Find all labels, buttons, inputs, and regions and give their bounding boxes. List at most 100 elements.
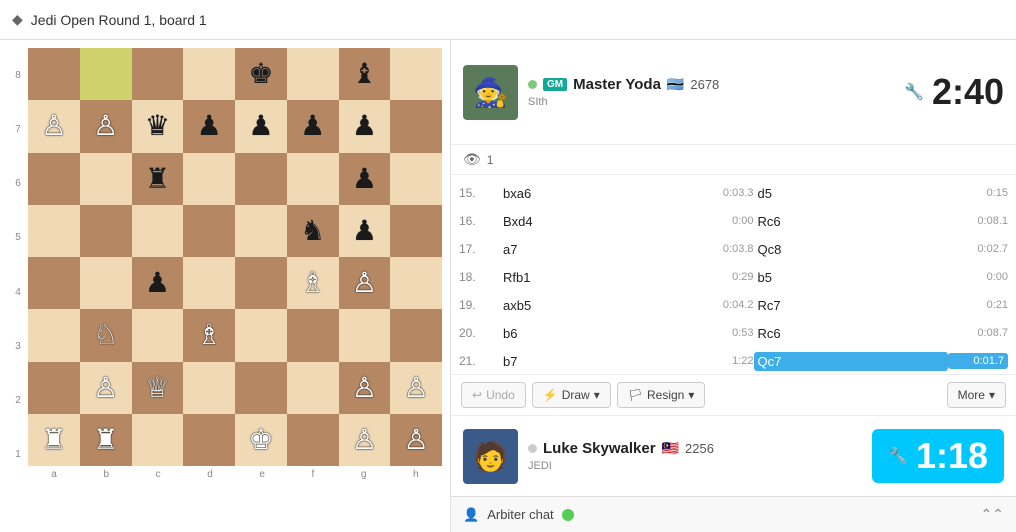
bottom-clock-icon: 🔧: [888, 446, 908, 466]
cell-a3[interactable]: [28, 309, 80, 361]
cell-e1[interactable]: ♚: [235, 414, 287, 466]
cell-h8[interactable]: [390, 48, 442, 100]
undo-button[interactable]: ↩ Undo: [461, 382, 526, 408]
move-white-21[interactable]: b7: [499, 352, 694, 371]
move-white-19[interactable]: axb5: [499, 296, 694, 315]
arbiter-bar[interactable]: 👤 Arbiter chat ⌃⌃: [451, 496, 1016, 532]
cell-h3[interactable]: [390, 309, 442, 361]
move-black-16[interactable]: Rc6: [754, 212, 949, 231]
eye-icon: 👁: [463, 151, 481, 168]
cell-d2[interactable]: [183, 362, 235, 414]
cell-d1[interactable]: [183, 414, 235, 466]
cell-b6[interactable]: [80, 153, 132, 205]
cell-f3[interactable]: [287, 309, 339, 361]
cell-g5[interactable]: ♟: [339, 205, 391, 257]
cell-g4[interactable]: ♙: [339, 257, 391, 309]
cell-h1[interactable]: ♙: [390, 414, 442, 466]
cell-d7[interactable]: ♟: [183, 100, 235, 152]
cell-f1[interactable]: [287, 414, 339, 466]
top-player-details: GM Master Yoda 🇧🇼 2678 SIth: [528, 76, 719, 108]
cell-a1[interactable]: ♜: [28, 414, 80, 466]
cell-d5[interactable]: [183, 205, 235, 257]
cell-b5[interactable]: [80, 205, 132, 257]
resign-button[interactable]: 🏳 Resign ▾: [617, 382, 706, 408]
cell-e8[interactable]: ♚: [235, 48, 287, 100]
cell-c5[interactable]: [132, 205, 184, 257]
cell-b4[interactable]: [80, 257, 132, 309]
cell-d8[interactable]: [183, 48, 235, 100]
cell-c2[interactable]: ♕: [132, 362, 184, 414]
cell-e3[interactable]: [235, 309, 287, 361]
cell-a8[interactable]: [28, 48, 80, 100]
move-black-15[interactable]: d5: [754, 184, 949, 203]
cell-f5[interactable]: ♞: [287, 205, 339, 257]
move-black-18[interactable]: b5: [754, 268, 949, 287]
cell-g3[interactable]: [339, 309, 391, 361]
top-player-online-dot: [528, 80, 537, 89]
cell-b8[interactable]: [80, 48, 132, 100]
move-black-21[interactable]: Qc7: [754, 352, 949, 371]
cell-f4[interactable]: ♗: [287, 257, 339, 309]
cell-c3[interactable]: [132, 309, 184, 361]
cell-g2[interactable]: ♙: [339, 362, 391, 414]
cell-g8[interactable]: ♝: [339, 48, 391, 100]
move-btime-20: 0:08.7: [948, 327, 1008, 339]
resign-icon: 🏳: [628, 388, 643, 402]
cell-f2[interactable]: [287, 362, 339, 414]
cell-e7[interactable]: ♟: [235, 100, 287, 152]
cell-b3[interactable]: ♘: [80, 309, 132, 361]
arbiter-chevron-up[interactable]: ⌃⌃: [981, 506, 1004, 523]
moves-section[interactable]: 15. bxa6 0:03.3 d5 0:15 16. Bxd4 0:00 Rc…: [451, 175, 1016, 374]
cell-h7[interactable]: [390, 100, 442, 152]
move-num-21: 21.: [459, 354, 499, 368]
cell-a2[interactable]: [28, 362, 80, 414]
cell-c1[interactable]: [132, 414, 184, 466]
cell-c4[interactable]: ♟: [132, 257, 184, 309]
cell-g7[interactable]: ♟: [339, 100, 391, 152]
cell-h6[interactable]: [390, 153, 442, 205]
cell-b1[interactable]: ♜: [80, 414, 132, 466]
cell-d6[interactable]: [183, 153, 235, 205]
cell-a5[interactable]: [28, 205, 80, 257]
cell-a4[interactable]: [28, 257, 80, 309]
cell-g1[interactable]: ♙: [339, 414, 391, 466]
cell-a6[interactable]: [28, 153, 80, 205]
undo-label: Undo: [486, 388, 515, 402]
more-button[interactable]: More ▾: [947, 382, 1006, 408]
cell-b7[interactable]: ♙: [80, 100, 132, 152]
cell-c6[interactable]: ♜: [132, 153, 184, 205]
cell-h4[interactable]: [390, 257, 442, 309]
move-row-19: 19. axb5 0:04.2 Rc7 0:21: [451, 291, 1016, 319]
move-white-17[interactable]: a7: [499, 240, 694, 259]
cell-b2[interactable]: ♙: [80, 362, 132, 414]
cell-h5[interactable]: [390, 205, 442, 257]
piece-g2: ♙: [352, 374, 377, 402]
move-black-17[interactable]: Qc8: [754, 240, 949, 259]
piece-e8: ♚: [248, 60, 273, 88]
cell-g6[interactable]: ♟: [339, 153, 391, 205]
move-white-15[interactable]: bxa6: [499, 184, 694, 203]
cell-f8[interactable]: [287, 48, 339, 100]
cell-a7[interactable]: ♙: [28, 100, 80, 152]
cell-d3[interactable]: ♗: [183, 309, 235, 361]
piece-d7: ♟: [197, 112, 222, 140]
chess-board[interactable]: ♚ ♝ ♙ ♙ ♛ ♟ ♟ ♟ ♟ ♜: [28, 48, 442, 466]
cell-d4[interactable]: [183, 257, 235, 309]
cell-c8[interactable]: [132, 48, 184, 100]
cell-f7[interactable]: ♟: [287, 100, 339, 152]
cell-e6[interactable]: [235, 153, 287, 205]
draw-button[interactable]: ⚡ Draw ▾: [532, 382, 611, 408]
cell-e5[interactable]: [235, 205, 287, 257]
cell-h2[interactable]: ♙: [390, 362, 442, 414]
cell-f6[interactable]: [287, 153, 339, 205]
top-player-gm-badge: GM: [543, 78, 567, 91]
cell-c7[interactable]: ♛: [132, 100, 184, 152]
cell-e2[interactable]: [235, 362, 287, 414]
cell-e4[interactable]: [235, 257, 287, 309]
move-num-16: 16.: [459, 214, 499, 228]
move-black-19[interactable]: Rc7: [754, 296, 949, 315]
move-white-20[interactable]: b6: [499, 324, 694, 343]
move-black-20[interactable]: Rc6: [754, 324, 949, 343]
move-white-18[interactable]: Rfb1: [499, 268, 694, 287]
move-white-16[interactable]: Bxd4: [499, 212, 694, 231]
